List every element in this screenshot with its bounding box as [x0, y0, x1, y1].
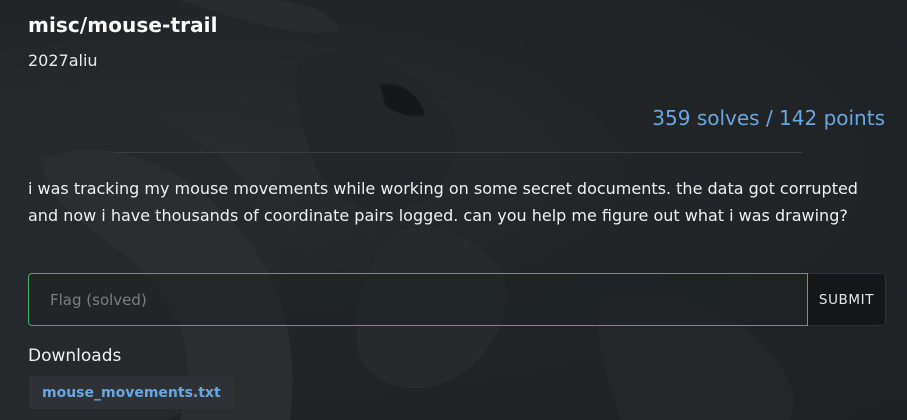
flag-form: SUBMIT — [28, 273, 886, 326]
challenge-title: misc/mouse-trail — [28, 13, 218, 37]
challenge-card: misc/mouse-trail 2027aliu 359 solves / 1… — [0, 0, 907, 420]
submit-button[interactable]: SUBMIT — [808, 273, 886, 326]
download-link-mouse-movements[interactable]: mouse_movements.txt — [29, 376, 234, 409]
solves-points-stats: 359 solves / 142 points — [652, 106, 885, 130]
challenge-author: 2027aliu — [28, 51, 98, 70]
flag-input[interactable] — [28, 273, 808, 326]
downloads-heading: Downloads — [28, 346, 122, 366]
divider — [114, 152, 802, 153]
challenge-description: i was tracking my mouse movements while … — [28, 179, 858, 225]
